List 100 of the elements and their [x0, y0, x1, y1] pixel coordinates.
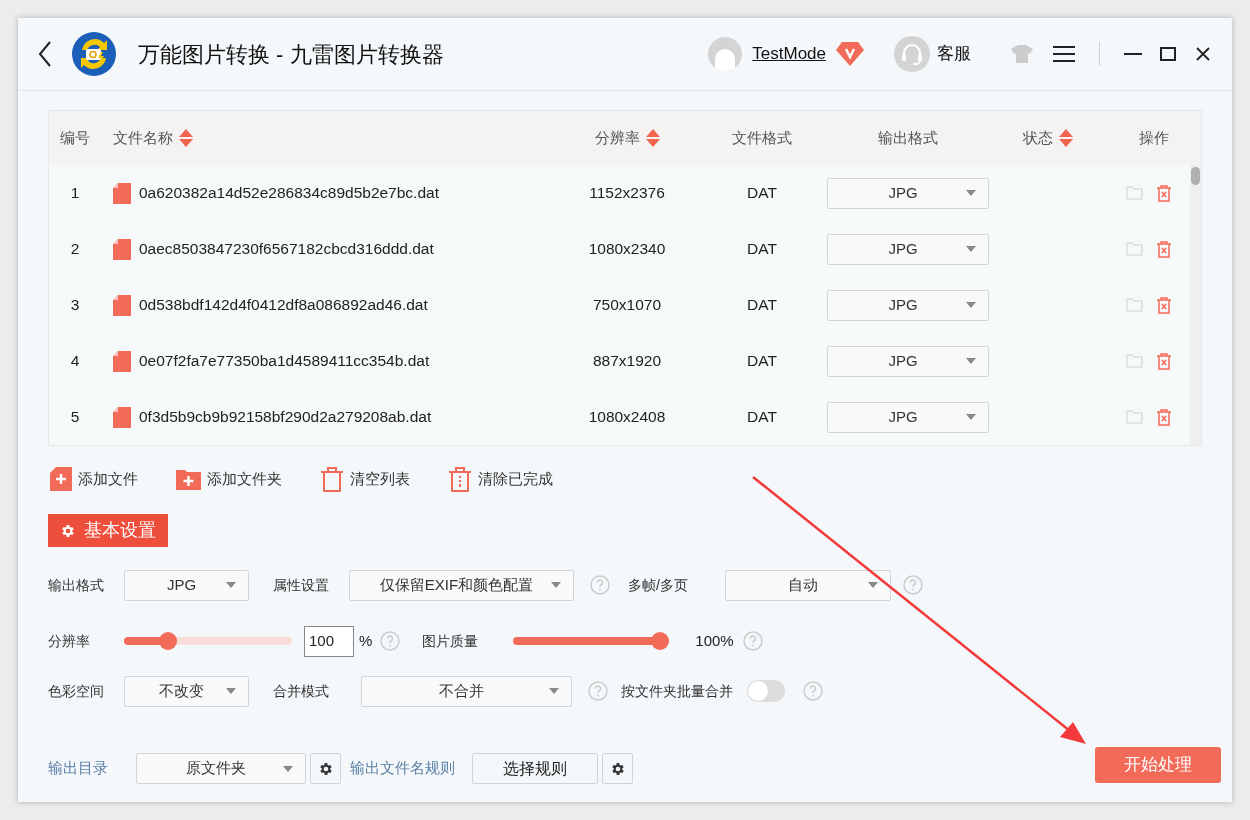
menu-icon[interactable]	[1053, 46, 1075, 62]
back-icon[interactable]	[38, 41, 52, 67]
sort-icon[interactable]	[1059, 129, 1073, 147]
resolution-input[interactable]: 100	[304, 625, 354, 657]
file-name: 0a620382a14d52e286834c89d5b2e7bc.dat	[139, 183, 439, 204]
file-icon	[113, 294, 131, 316]
settings-icon	[60, 522, 76, 539]
format-cell-text: DAT	[747, 407, 777, 428]
toolbar-button[interactable]: 清空列表	[318, 466, 410, 492]
file-name: 0e07f2fa7e77350ba1d4589411cc354b.dat	[139, 351, 430, 372]
resolution-cell-text: 887x1920	[592, 351, 662, 372]
column-header[interactable]: 状态	[1023, 126, 1073, 150]
dropdown[interactable]: 自动	[725, 569, 891, 601]
settings-button[interactable]	[602, 753, 633, 784]
add-folder-icon	[176, 468, 201, 490]
column-header: 编号	[60, 127, 90, 148]
delete-icon[interactable]	[1155, 296, 1172, 314]
trash-icon	[320, 466, 344, 492]
scrollbar[interactable]	[1190, 165, 1201, 445]
dropdown[interactable]: JPG	[827, 401, 989, 433]
setting-label: 属性设置	[273, 575, 330, 595]
column-header[interactable]: 分辨率	[594, 126, 660, 150]
slider-thumb[interactable]	[651, 632, 670, 650]
dropdown[interactable]: JPG	[827, 233, 989, 265]
file-icon	[113, 406, 131, 428]
output-dir-label: 输出目录	[48, 758, 109, 779]
dropdown[interactable]: 仅保留EXIF和颜色配置	[349, 569, 574, 601]
avatar-icon[interactable]	[708, 37, 743, 71]
support-label[interactable]: 客服	[937, 41, 971, 67]
add-file-icon	[50, 467, 72, 491]
dropdown[interactable]: 不改变	[124, 675, 249, 707]
setting-label: 合并模式	[273, 681, 330, 701]
close-icon[interactable]	[1196, 47, 1210, 61]
select-rule-button[interactable]: 选择规则	[472, 753, 598, 784]
help-icon[interactable]	[380, 631, 401, 651]
caret-icon	[549, 688, 559, 694]
caret-icon	[966, 302, 976, 308]
delete-icon[interactable]	[1155, 184, 1172, 202]
file-name: 0d538bdf142d4f0412df8a086892ad46.dat	[139, 295, 428, 316]
caret-icon	[226, 582, 236, 588]
setting-label: 多帧/多页	[628, 575, 689, 595]
dropdown[interactable]: JPG	[124, 569, 249, 601]
dropdown[interactable]: JPG	[827, 345, 989, 377]
column-header: 输出格式	[878, 127, 938, 148]
column-header[interactable]: 文件名称	[113, 126, 193, 150]
caret-icon	[966, 358, 976, 364]
app-logo-icon	[72, 32, 116, 76]
column-header: 操作	[1139, 127, 1169, 148]
dropdown[interactable]: 不合并	[361, 675, 572, 707]
toolbar-button[interactable]: 清除已完成	[446, 466, 553, 492]
file-icon	[113, 182, 131, 204]
quality-reading: 100%	[695, 630, 734, 651]
basic-settings-tab[interactable]: 基本设置	[48, 514, 168, 547]
slider-track[interactable]	[513, 632, 670, 650]
unit-label: %	[359, 630, 373, 651]
caret-icon	[551, 582, 561, 588]
setting-label: 图片质量	[422, 631, 480, 651]
format-cell-text: DAT	[747, 183, 777, 204]
sort-icon[interactable]	[179, 129, 193, 147]
format-cell-text: DAT	[747, 295, 777, 316]
row-number: 5	[70, 407, 80, 428]
headset-icon[interactable]	[894, 36, 930, 72]
column-header: 文件格式	[732, 127, 792, 148]
maximize-icon[interactable]	[1160, 47, 1176, 61]
setting-label: 输出格式	[48, 575, 105, 595]
window-title: 万能图片转换 - 九雷图片转换器	[138, 40, 444, 69]
delete-icon[interactable]	[1155, 240, 1172, 258]
format-cell-text: DAT	[747, 239, 777, 260]
file-icon	[113, 238, 131, 260]
help-icon[interactable]	[590, 575, 610, 595]
setting-label: 色彩空间	[48, 681, 105, 701]
file-name: 0aec8503847230f6567182cbcd316ddd.dat	[139, 239, 434, 260]
delete-icon[interactable]	[1155, 408, 1172, 426]
toggle-switch[interactable]	[747, 680, 785, 702]
row-number: 1	[70, 183, 80, 204]
caret-icon	[868, 582, 878, 588]
caret-icon	[966, 190, 976, 196]
resolution-cell-text: 1080x2408	[588, 407, 666, 428]
sort-icon[interactable]	[645, 129, 660, 147]
slider-thumb[interactable]	[158, 632, 177, 650]
shirt-icon[interactable]	[1011, 45, 1033, 63]
slider-track[interactable]	[124, 632, 292, 650]
toolbar-button[interactable]: 添加文件	[48, 467, 138, 491]
help-icon[interactable]	[588, 681, 608, 701]
delete-icon[interactable]	[1155, 352, 1172, 370]
dropdown[interactable]: JPG	[827, 289, 989, 321]
resolution-cell-text: 1152x2376	[589, 183, 665, 204]
toolbar-button[interactable]: 添加文件夹	[174, 467, 282, 491]
dropdown[interactable]: JPG	[827, 177, 989, 209]
help-icon[interactable]	[903, 575, 923, 595]
dropdown[interactable]: 原文件夹	[136, 753, 306, 784]
help-icon[interactable]	[742, 631, 763, 651]
resolution-cell-text: 1080x2340	[588, 239, 666, 260]
setting-label: 分辨率	[48, 631, 91, 651]
row-number: 4	[70, 351, 80, 372]
user-name-link[interactable]: TestMode	[752, 41, 826, 67]
filename-rule-label: 输出文件名规则	[350, 758, 455, 779]
help-icon[interactable]	[803, 681, 823, 701]
settings-button[interactable]	[310, 753, 341, 784]
format-cell-text: DAT	[747, 351, 777, 372]
